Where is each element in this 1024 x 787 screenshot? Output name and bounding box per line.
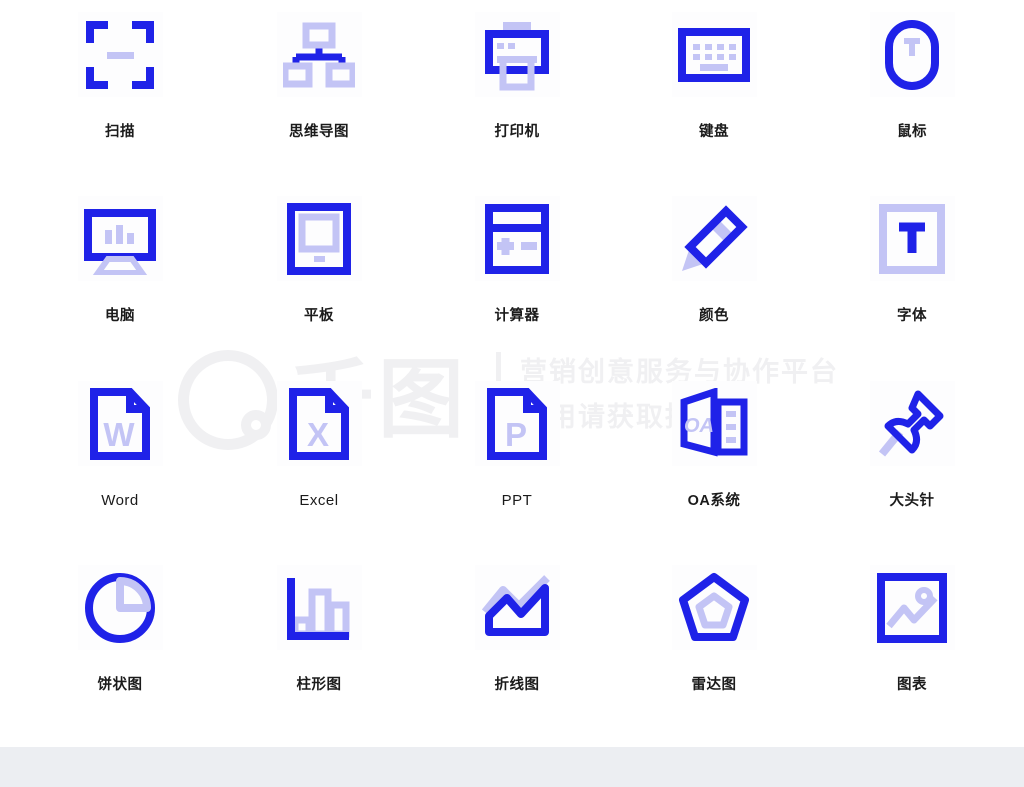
icon-cell-pencil-color[interactable]: 颜色 — [614, 196, 814, 325]
scan-icon[interactable] — [77, 12, 163, 97]
icon-cell-oa-system[interactable]: OA OA系统 — [614, 381, 814, 510]
icon-label: 大头针 — [889, 493, 935, 509]
icon-sheet-page: 千图 营销创意服务与协作平台 商用请获取授权 扫描 思维导图 打印机 键盘 鼠标… — [0, 0, 1024, 787]
icon-cell-pie-chart[interactable]: 饼状图 — [20, 565, 220, 694]
icon-label: 电脑 — [105, 308, 135, 324]
icon-cell-keyboard[interactable]: 键盘 — [614, 12, 814, 141]
icon-label: 计算器 — [494, 308, 540, 324]
icon-label: 柱形图 — [296, 677, 342, 693]
icon-cell-mouse[interactable]: 鼠标 — [812, 12, 1012, 141]
calculator-icon[interactable] — [474, 196, 560, 281]
icon-label: 平板 — [304, 308, 334, 324]
pie-chart-icon[interactable] — [77, 565, 163, 650]
icon-label: 打印机 — [494, 124, 540, 140]
icon-cell-calculator[interactable]: 计算器 — [417, 196, 617, 325]
icon-grid: 扫描 思维导图 打印机 键盘 鼠标 电脑 平板 计算器 颜色 字体 W Word… — [0, 0, 1024, 720]
printer-icon[interactable] — [474, 12, 560, 97]
icon-cell-tablet[interactable]: 平板 — [219, 196, 419, 325]
icon-cell-ppt-file[interactable]: P PPT — [417, 381, 617, 510]
icon-cell-excel-file[interactable]: X Excel — [219, 381, 419, 510]
pushpin-icon[interactable] — [869, 381, 955, 466]
icon-cell-mind-map[interactable]: 思维导图 — [219, 12, 419, 141]
icon-label: 颜色 — [699, 308, 729, 324]
image-chart-icon[interactable] — [869, 565, 955, 650]
icon-label: 键盘 — [699, 124, 729, 140]
mind-map-icon[interactable] — [276, 12, 362, 97]
icon-cell-font[interactable]: 字体 — [812, 196, 1012, 325]
icon-label: 思维导图 — [289, 124, 349, 140]
icon-label: 扫描 — [105, 124, 135, 140]
icon-label: 雷达图 — [691, 677, 737, 693]
icon-label: 饼状图 — [97, 677, 143, 693]
icon-cell-line-chart[interactable]: 折线图 — [417, 565, 617, 694]
bar-chart-icon[interactable] — [276, 565, 362, 650]
excel-file-icon[interactable]: X — [276, 381, 362, 466]
computer-icon[interactable] — [77, 196, 163, 281]
icon-cell-word-file[interactable]: W Word — [20, 381, 220, 510]
icon-label: Word — [101, 492, 139, 509]
icon-label: 鼠标 — [897, 124, 927, 140]
icon-label: 图表 — [897, 677, 927, 693]
line-chart-icon[interactable] — [474, 565, 560, 650]
svg-text:X: X — [307, 416, 329, 453]
icon-cell-bar-chart[interactable]: 柱形图 — [219, 565, 419, 694]
icon-cell-computer[interactable]: 电脑 — [20, 196, 220, 325]
svg-text:P: P — [505, 416, 527, 453]
svg-text:W: W — [103, 416, 135, 453]
mouse-icon[interactable] — [869, 12, 955, 97]
ppt-file-icon[interactable]: P — [474, 381, 560, 466]
icon-cell-scan[interactable]: 扫描 — [20, 12, 220, 141]
oa-system-icon[interactable]: OA — [671, 381, 757, 466]
icon-label: Excel — [299, 492, 339, 509]
font-icon[interactable] — [869, 196, 955, 281]
icon-label: 字体 — [897, 308, 927, 324]
icon-label: 折线图 — [494, 677, 540, 693]
icon-cell-pushpin[interactable]: 大头针 — [812, 381, 1012, 510]
icon-label: PPT — [501, 492, 533, 509]
keyboard-icon[interactable] — [671, 12, 757, 97]
word-file-icon[interactable]: W — [77, 381, 163, 466]
icon-label: OA系统 — [687, 493, 741, 509]
icon-cell-radar-chart[interactable]: 雷达图 — [614, 565, 814, 694]
icon-cell-printer[interactable]: 打印机 — [417, 12, 617, 141]
tablet-icon[interactable] — [276, 196, 362, 281]
footer-band — [0, 747, 1024, 787]
svg-text:OA: OA — [684, 415, 714, 437]
pencil-color-icon[interactable] — [671, 196, 757, 281]
radar-chart-icon[interactable] — [671, 565, 757, 650]
icon-cell-image-chart[interactable]: 图表 — [812, 565, 1012, 694]
